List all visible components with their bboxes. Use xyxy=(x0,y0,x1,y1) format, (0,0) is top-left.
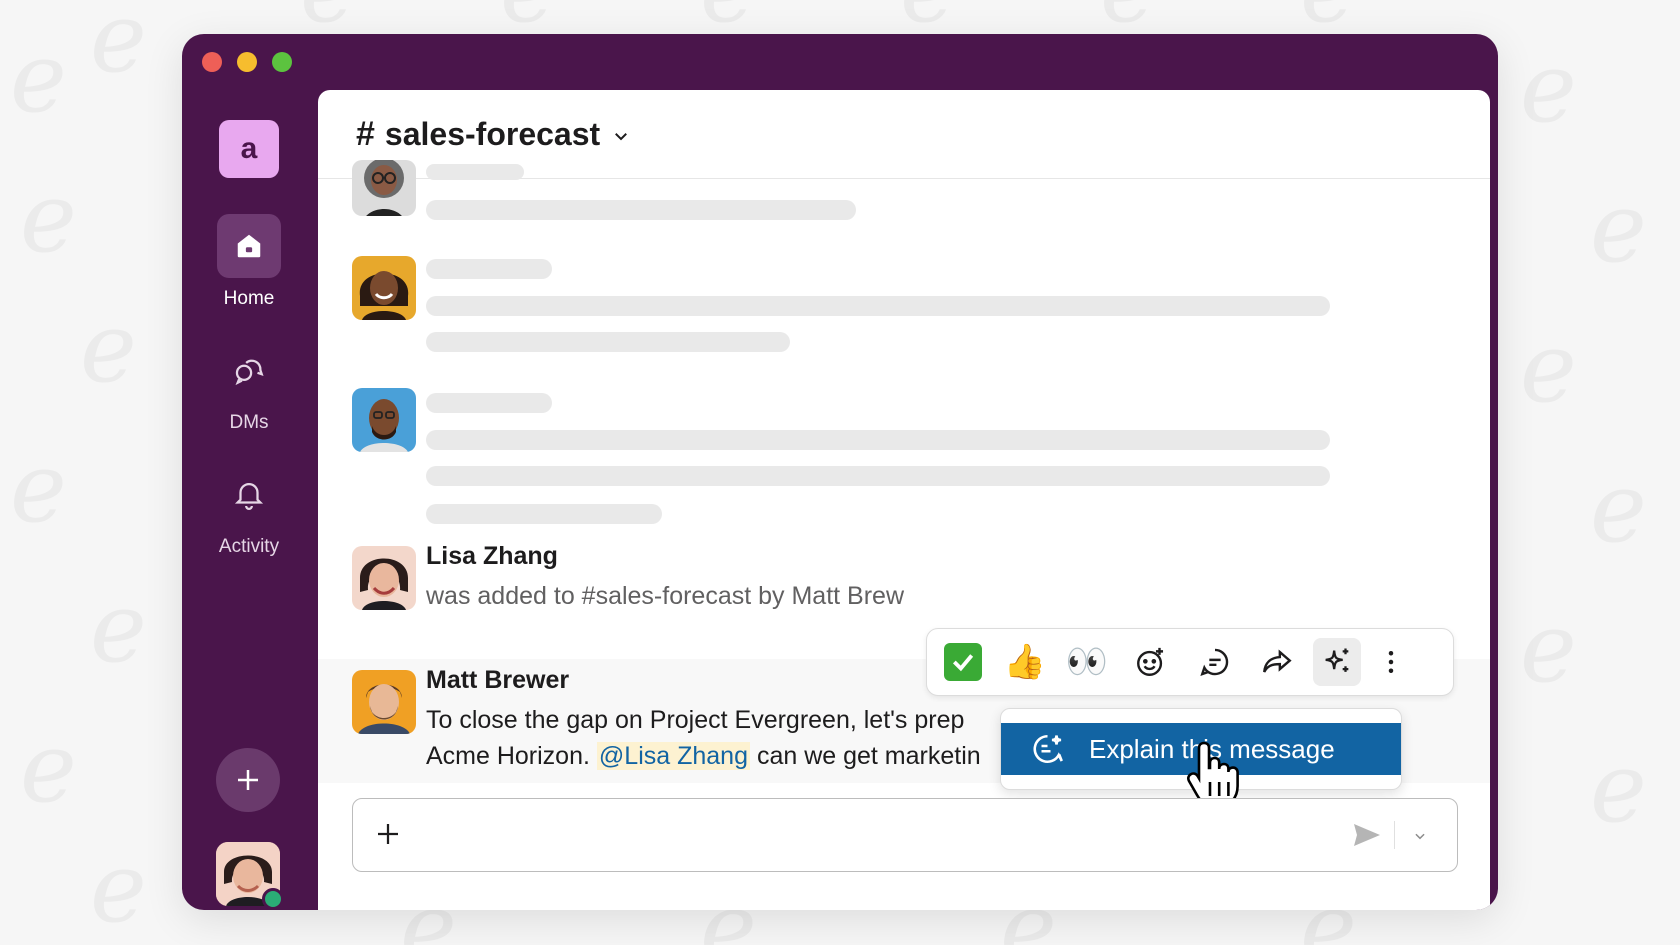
eyes-emoji: 👀 xyxy=(1065,643,1109,681)
workspace-switcher[interactable]: a xyxy=(219,120,279,178)
skeleton-line xyxy=(426,466,1330,486)
presence-indicator xyxy=(262,888,284,910)
bell-icon xyxy=(217,462,281,526)
react-thumbs-up-button[interactable]: 👍 xyxy=(1001,638,1049,686)
message-author[interactable]: Matt Brewer xyxy=(426,666,569,695)
channel-pane: # sales-forecast Lisa Zhang was added to… xyxy=(318,90,1490,910)
share-message-button[interactable] xyxy=(1253,638,1301,686)
send-icon[interactable] xyxy=(1353,823,1381,847)
message-text-segment: Acme Horizon. xyxy=(426,742,590,770)
avatar-matt-brewer[interactable] xyxy=(352,670,416,734)
attach-plus-icon[interactable] xyxy=(373,819,403,849)
avatar-placeholder-1[interactable] xyxy=(352,160,416,216)
avatar-placeholder-3[interactable] xyxy=(352,388,416,452)
message-actions-toolbar: 👍 👀 xyxy=(926,628,1454,696)
ai-sparkle-icon xyxy=(1325,648,1349,672)
rail-item-home[interactable]: Home xyxy=(182,214,316,310)
skeleton-line xyxy=(426,259,552,279)
user-mention[interactable]: @Lisa Zhang xyxy=(596,742,750,770)
chevron-down-icon[interactable] xyxy=(1413,829,1427,843)
close-window-button[interactable] xyxy=(202,52,222,72)
avatar-placeholder-2[interactable] xyxy=(352,256,416,320)
skeleton-line xyxy=(426,332,790,352)
message-composer[interactable] xyxy=(352,798,1458,872)
react-eyes-button[interactable]: 👀 xyxy=(1063,638,1111,686)
reply-in-thread-button[interactable] xyxy=(1191,638,1239,686)
minimize-window-button[interactable] xyxy=(237,52,257,72)
rail-label-activity: Activity xyxy=(218,536,280,557)
channel-hash-icon: # xyxy=(356,114,375,153)
rail-label-home: Home xyxy=(223,288,275,309)
ai-actions-button[interactable] xyxy=(1313,638,1361,686)
reply-thread-icon xyxy=(1200,648,1229,676)
more-actions-icon xyxy=(1388,651,1394,673)
more-actions-button[interactable] xyxy=(1367,638,1415,686)
message-text-line-2: Acme Horizon. @Lisa Zhang can we get mar… xyxy=(426,742,981,771)
skeleton-line xyxy=(426,430,1330,450)
add-button[interactable] xyxy=(216,748,280,812)
composer-divider xyxy=(1394,821,1395,849)
rail-item-activity[interactable]: Activity xyxy=(182,462,316,558)
avatar-lisa-zhang[interactable] xyxy=(352,546,416,610)
skeleton-line xyxy=(426,200,856,220)
skeleton-line xyxy=(426,164,524,180)
home-icon xyxy=(217,214,281,278)
react-check-button[interactable] xyxy=(939,638,987,686)
skeleton-line xyxy=(426,393,552,413)
slack-window: a Home DMs Activity # sales-forecast Lis… xyxy=(182,34,1498,910)
add-reaction-icon xyxy=(1137,647,1164,676)
rail-item-dms[interactable]: DMs xyxy=(182,338,316,434)
message-text-line-1: To close the gap on Project Evergreen, l… xyxy=(426,706,965,734)
skeleton-line xyxy=(426,296,1330,316)
dms-icon xyxy=(217,338,281,402)
system-message-text: was added to #sales-forecast by Matt Bre… xyxy=(426,582,905,610)
user-avatar[interactable] xyxy=(216,842,284,910)
message-text-segment: can we get marketin xyxy=(756,742,981,770)
white-check-mark-emoji xyxy=(944,643,982,681)
channel-name: sales-forecast xyxy=(384,115,601,152)
message-author[interactable]: Lisa Zhang xyxy=(426,542,558,571)
rail-label-dms: DMs xyxy=(229,412,269,433)
skeleton-line xyxy=(426,504,662,524)
maximize-window-button[interactable] xyxy=(272,52,292,72)
chevron-down-icon xyxy=(615,133,628,141)
share-icon xyxy=(1263,649,1292,673)
window-controls xyxy=(202,52,292,72)
add-reaction-button[interactable] xyxy=(1127,638,1175,686)
thumbs-up-emoji: 👍 xyxy=(1003,643,1047,681)
ai-explain-icon xyxy=(1031,731,1067,767)
